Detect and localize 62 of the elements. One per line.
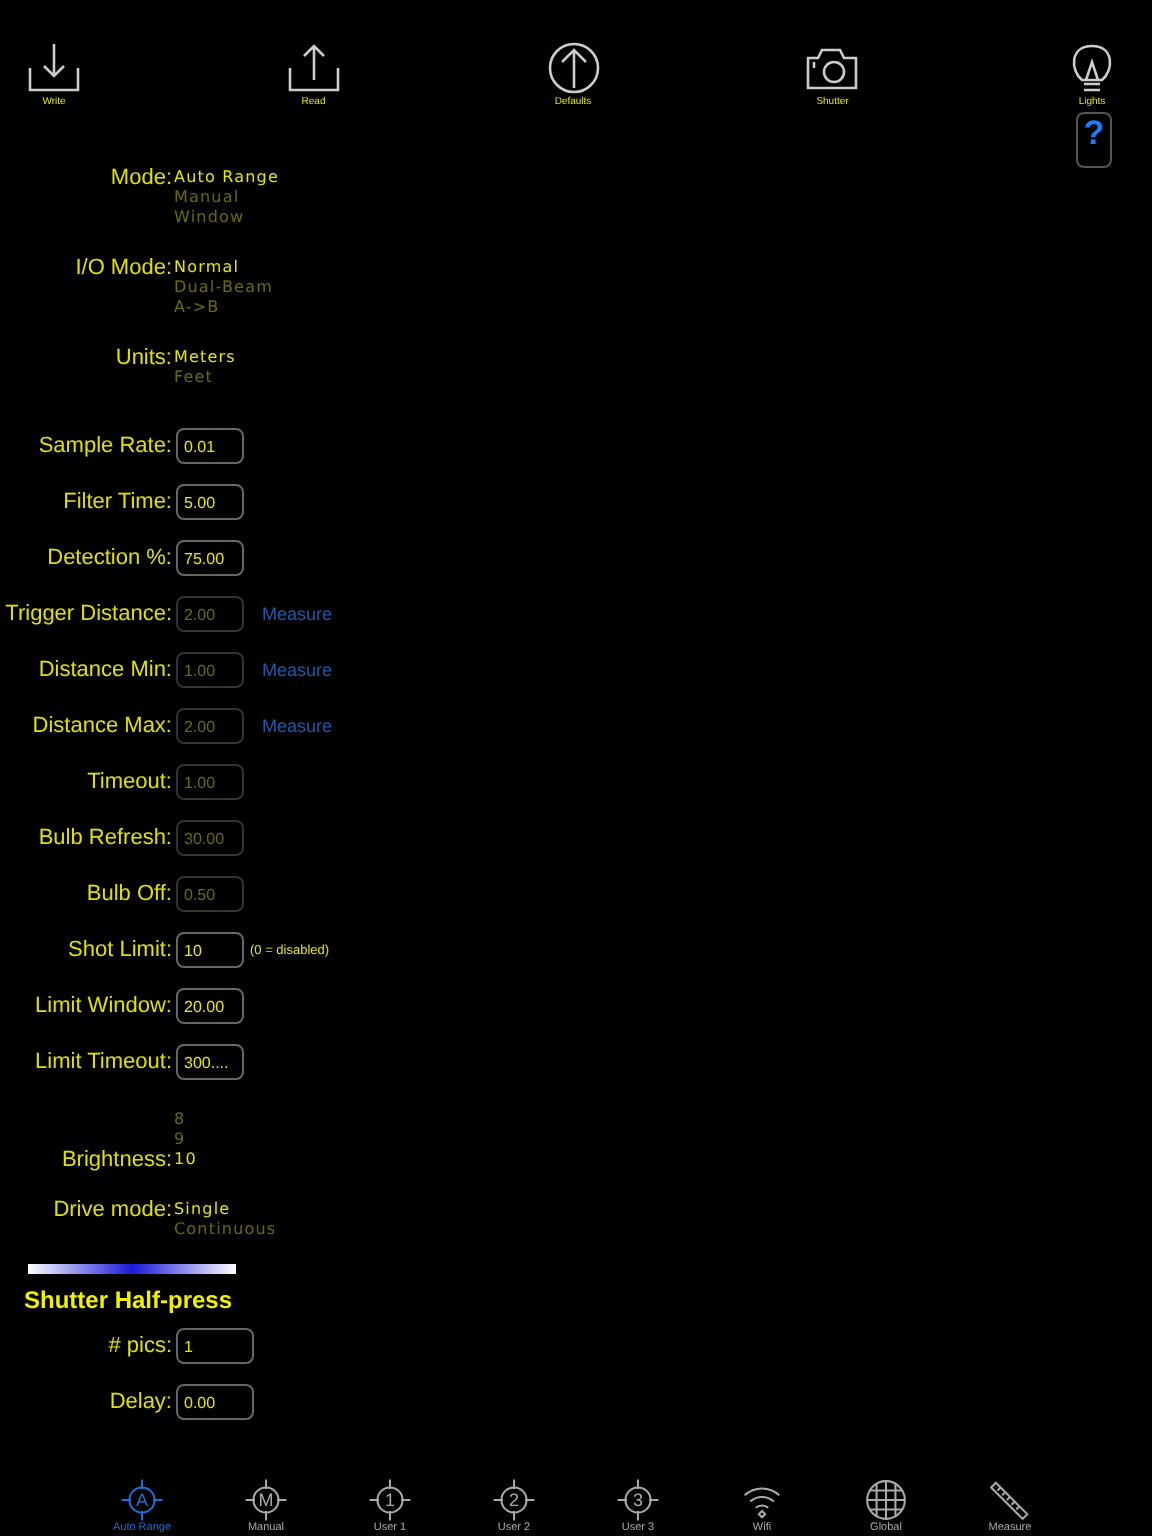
picker-option[interactable]: Meters — [174, 348, 236, 368]
picker-option[interactable]: A->B — [174, 298, 220, 318]
globe-icon — [864, 1478, 908, 1522]
ruler-icon — [988, 1478, 1032, 1522]
crosshair-icon — [368, 1478, 412, 1522]
field-label: Limit Window: — [33, 994, 172, 1018]
input-field[interactable]: 75.00 — [176, 540, 244, 576]
input-field[interactable]: 300.... — [176, 1044, 244, 1080]
field-label: Timeout: — [85, 770, 172, 794]
tab-glyph: 3 — [630, 1488, 645, 1512]
input-field[interactable]: 20.00 — [176, 988, 244, 1024]
field-label: Trigger Distance: — [3, 602, 172, 626]
input-field[interactable]: 10 — [176, 932, 244, 968]
upload-icon — [285, 40, 342, 96]
option-picker[interactable]: Drive mode:Single Continuous — [0, 1200, 1152, 1240]
option-picker[interactable]: Mode:Auto Range Manual Window — [0, 168, 1152, 258]
field-label: # pics: — [106, 1334, 172, 1358]
picker-option[interactable]: Window — [174, 208, 245, 228]
field-label: Limit Timeout: — [33, 1050, 172, 1074]
download-icon — [26, 40, 82, 96]
picker-option[interactable]: 9 — [174, 1130, 186, 1150]
crosshair-icon — [244, 1478, 288, 1522]
crosshair-icon — [120, 1478, 164, 1522]
crosshair-icon — [492, 1478, 536, 1522]
picker-option[interactable]: Auto Range — [174, 168, 279, 188]
picker-label: I/O Mode: — [73, 258, 172, 278]
picker-option[interactable]: Normal — [174, 258, 240, 278]
help-button[interactable]: ? — [1076, 112, 1112, 168]
picker-label: Mode: — [108, 168, 172, 188]
field-label: Sample Rate: — [36, 434, 172, 458]
field-label: Bulb Off: — [84, 882, 172, 906]
picker-label: Drive mode: — [51, 1200, 172, 1220]
field-label: Shot Limit: — [66, 938, 172, 962]
field-label: Detection %: — [45, 546, 172, 570]
picker-option[interactable]: Feet — [174, 368, 214, 388]
up-arrow-circle-icon — [545, 40, 601, 96]
picker-option[interactable]: Manual — [174, 188, 240, 208]
tab-glyph: 2 — [506, 1488, 521, 1512]
picker-option[interactable]: Continuous — [174, 1220, 277, 1240]
option-picker[interactable]: Units:Meters Feet — [0, 348, 1152, 418]
field-label: Distance Min: — [36, 658, 172, 682]
picker-option[interactable]: 8 — [174, 1110, 186, 1130]
input-field[interactable]: 1 — [176, 1328, 254, 1364]
picker-label: Brightness: — [59, 1150, 172, 1170]
option-picker[interactable]: I/O Mode:Normal Dual-Beam A->B — [0, 258, 1152, 348]
tab-glyph: A — [134, 1488, 150, 1512]
tab-glyph: M — [258, 1488, 274, 1512]
picker-option[interactable]: 10 — [174, 1150, 197, 1170]
crosshair-icon — [616, 1478, 660, 1522]
picker-option[interactable]: Dual-Beam — [174, 278, 273, 298]
section-title: Shutter Half-press — [24, 1286, 235, 1314]
option-picker[interactable]: Brightness: 8 9 10 — [0, 1110, 1152, 1200]
input-field[interactable]: 5.00 — [176, 484, 244, 520]
picker-option[interactable]: Single — [174, 1200, 231, 1220]
field-label: Bulb Refresh: — [36, 826, 172, 850]
tab-glyph: 1 — [382, 1488, 397, 1512]
input-field[interactable]: 0.00 — [176, 1384, 254, 1420]
field-label: Filter Time: — [61, 490, 172, 514]
field-label: Delay: — [107, 1390, 172, 1414]
field-label: Distance Max: — [30, 714, 172, 738]
picker-label: Units: — [113, 348, 172, 368]
input-field[interactable]: 0.01 — [176, 428, 244, 464]
